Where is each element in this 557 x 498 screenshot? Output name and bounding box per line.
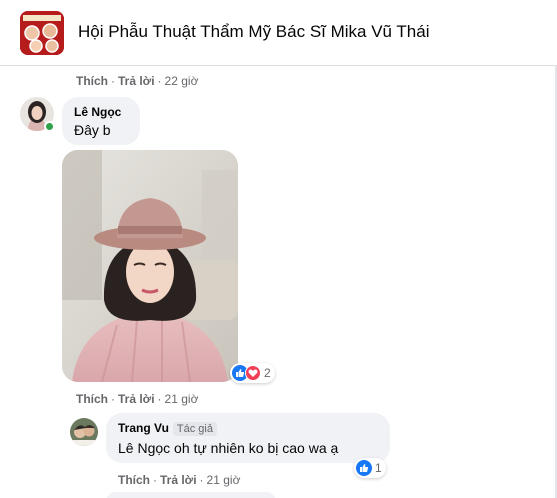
comment-text: Đây b [74, 122, 111, 138]
reply-link[interactable]: Trả lời [118, 74, 155, 88]
comment-time[interactable]: 21 giờ [165, 392, 199, 406]
like-link[interactable]: Thích [76, 392, 108, 406]
like-link[interactable]: Thích [118, 473, 150, 487]
previous-comment-actions: Thích · Trả lời · 22 giờ [76, 74, 198, 88]
photo-image [62, 150, 238, 382]
group-avatar[interactable] [20, 11, 64, 55]
reply-bubble: Trang Vu Tác giả Lê Ngọc oh tự nhiên ko b… [106, 413, 390, 463]
separator: · [153, 473, 157, 487]
avatar-image [70, 418, 98, 446]
comment-time[interactable]: 21 giờ [207, 473, 241, 487]
reaction-summary[interactable]: 2 [230, 363, 275, 383]
comment-photo[interactable] [62, 150, 238, 382]
separator: · [157, 74, 162, 88]
reply-actions: Thích · Trả lời · 21 giờ [118, 473, 240, 487]
love-icon [245, 365, 261, 381]
comment-text: oh tự nhiên ko bị cao wa ạ [174, 440, 339, 456]
reply-link[interactable]: Trả lời [118, 392, 155, 406]
reply-link[interactable]: Trả lời [160, 473, 197, 487]
group-title[interactable]: Hội Phẫu Thuật Thẩm Mỹ Bác Sĩ Mika Vũ Th… [78, 22, 430, 42]
comment-time[interactable]: 22 giờ [165, 74, 199, 88]
comment-author-row: Trang Vu Tác giả [118, 421, 378, 436]
group-header: Hội Phẫu Thuật Thẩm Mỹ Bác Sĩ Mika Vũ Th… [0, 0, 557, 66]
comment-bubble: Lê Ngọc Đây b [62, 97, 140, 145]
online-status-indicator [44, 121, 55, 132]
separator: · [157, 392, 162, 406]
separator: · [199, 473, 204, 487]
next-reply-bubble-partial [106, 492, 276, 498]
comment-author[interactable]: Trang Vu [118, 421, 169, 435]
avatar-trang-vu[interactable] [70, 418, 98, 446]
like-icon [356, 460, 372, 476]
reaction-count: 2 [264, 366, 271, 380]
group-avatar-image [20, 11, 64, 55]
comment-author[interactable]: Lê Ngọc [74, 105, 128, 119]
reaction-summary[interactable]: 1 [354, 458, 386, 478]
author-badge: Tác giả [172, 422, 217, 436]
reply-text-row: Lê Ngọc oh tự nhiên ko bị cao wa ạ [118, 440, 378, 456]
mention-link[interactable]: Lê Ngọc [118, 440, 170, 456]
reaction-count: 1 [375, 461, 382, 475]
separator: · [111, 74, 115, 88]
like-link[interactable]: Thích [76, 74, 108, 88]
comment-actions: Thích · Trả lời · 21 giờ [76, 392, 198, 406]
separator: · [111, 392, 115, 406]
